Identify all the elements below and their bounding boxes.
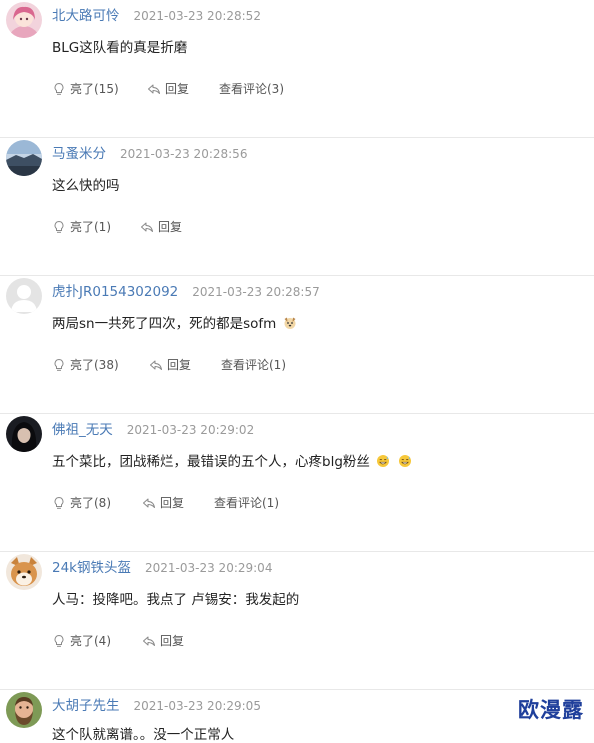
lightbulb-icon: [54, 82, 64, 95]
reply-label: 回复: [160, 496, 185, 510]
reply-button[interactable]: 回复: [147, 80, 219, 97]
comment-item: 佛祖_无天 2021-03-23 20:29:02 五个菜比，团战稀烂，最错误的…: [0, 414, 594, 552]
reply-icon: [150, 360, 162, 370]
comment-body: BLG这队看的真是折磨: [52, 40, 188, 56]
reply-button[interactable]: 回复: [142, 632, 214, 649]
like-count: 亮了(38): [70, 358, 119, 372]
comment-body: 五个菜比，团战稀烂，最错误的五个人，心疼blg粉丝: [52, 454, 370, 470]
comment-meta: 大胡子先生 2021-03-23 20:29:05: [52, 694, 261, 714]
like-button[interactable]: 亮了(8): [52, 494, 142, 511]
timestamp: 2021-03-23 20:28:52: [133, 9, 261, 23]
view-comments-label: 查看评论(1): [214, 496, 279, 510]
avatar[interactable]: [6, 416, 42, 452]
like-count: 亮了(15): [70, 82, 119, 96]
view-comments-label: 查看评论(3): [219, 82, 284, 96]
reply-label: 回复: [165, 82, 190, 96]
comment-body: 人马：投降吧。我点了 卢锡安：我发起的: [52, 592, 300, 608]
comment-item: 大胡子先生 2021-03-23 20:29:05 这个队就离谱。。没一个正常人: [0, 690, 594, 743]
lightbulb-icon: [54, 220, 64, 233]
dog-emoji-icon: [283, 316, 297, 334]
grin-sweat-emoji-icon: [376, 454, 390, 472]
avatar[interactable]: [6, 554, 42, 590]
comment-meta: 马蚤米分 2021-03-23 20:28:56: [52, 142, 247, 162]
reply-label: 回复: [160, 634, 185, 648]
comment-text: BLG这队看的真是折磨: [52, 36, 187, 56]
like-button[interactable]: 亮了(4): [52, 632, 142, 649]
comment-actions: 亮了(4) 回复: [52, 632, 214, 649]
comment-actions: 亮了(38) 回复 查看评论(1): [52, 356, 286, 373]
comment-actions: 亮了(1) 回复: [52, 218, 212, 235]
like-button[interactable]: 亮了(15): [52, 80, 147, 97]
like-button[interactable]: 亮了(1): [52, 218, 140, 235]
grin-sweat-emoji-icon: [398, 454, 412, 472]
reply-button[interactable]: 回复: [142, 494, 214, 511]
comment-text: 这么快的吗: [52, 174, 120, 194]
lightbulb-icon: [54, 358, 64, 371]
username[interactable]: 虎扑JR0154302092: [52, 280, 178, 300]
view-comments-label: 查看评论(1): [221, 358, 286, 372]
reply-icon: [148, 84, 160, 94]
lightbulb-icon: [54, 634, 64, 647]
reply-icon: [143, 636, 155, 646]
like-button[interactable]: 亮了(38): [52, 356, 149, 373]
comment-meta: 虎扑JR0154302092 2021-03-23 20:28:57: [52, 280, 320, 300]
comment-text: 人马：投降吧。我点了 卢锡安：我发起的: [52, 588, 299, 608]
comment-meta: 24k钢铁头盔 2021-03-23 20:29:04: [52, 556, 272, 576]
avatar[interactable]: [6, 2, 42, 38]
comment-item: 24k钢铁头盔 2021-03-23 20:29:04 人马：投降吧。我点了 卢…: [0, 552, 594, 690]
like-count: 亮了(8): [70, 496, 111, 510]
watermark: 欧漫露: [518, 698, 584, 722]
username[interactable]: 佛祖_无天: [52, 418, 113, 438]
username[interactable]: 24k钢铁头盔: [52, 556, 131, 576]
reply-button[interactable]: 回复: [149, 356, 221, 373]
reply-icon: [143, 498, 155, 508]
comment-body: 两局sn一共死了四次，死的都是sofm: [52, 316, 277, 332]
username[interactable]: 北大路可怜: [52, 4, 120, 24]
avatar[interactable]: [6, 278, 42, 314]
view-comments-link[interactable]: 查看评论(1): [221, 356, 286, 373]
comment-meta: 佛祖_无天 2021-03-23 20:29:02: [52, 418, 254, 438]
reply-label: 回复: [158, 220, 183, 234]
timestamp: 2021-03-23 20:29:05: [133, 699, 261, 713]
username[interactable]: 大胡子先生: [52, 694, 120, 714]
comment-text: 五个菜比，团战稀烂，最错误的五个人，心疼blg粉丝: [52, 450, 412, 472]
like-count: 亮了(1): [70, 220, 111, 234]
comment-actions: 亮了(8) 回复 查看评论(1): [52, 494, 279, 511]
comment-item: 虎扑JR0154302092 2021-03-23 20:28:57 两局sn一…: [0, 276, 594, 414]
comment-item: 马蚤米分 2021-03-23 20:28:56 这么快的吗 亮了(1) 回复: [0, 138, 594, 276]
comment-feed: 北大路可怜 2021-03-23 20:28:52 BLG这队看的真是折磨 亮了…: [0, 0, 594, 743]
view-comments-link[interactable]: 查看评论(3): [219, 80, 284, 97]
comment-body: 这么快的吗: [52, 178, 120, 194]
avatar[interactable]: [6, 140, 42, 176]
reply-icon: [141, 222, 153, 232]
view-comments-link[interactable]: 查看评论(1): [214, 494, 279, 511]
reply-label: 回复: [167, 358, 192, 372]
reply-button[interactable]: 回复: [140, 218, 212, 235]
timestamp: 2021-03-23 20:28:56: [120, 147, 248, 161]
timestamp: 2021-03-23 20:29:04: [145, 561, 273, 575]
comment-meta: 北大路可怜 2021-03-23 20:28:52: [52, 4, 261, 24]
comment-body: 这个队就离谱。。没一个正常人: [52, 727, 235, 743]
comment-actions: 亮了(15) 回复 查看评论(3): [52, 80, 284, 97]
timestamp: 2021-03-23 20:28:57: [192, 285, 320, 299]
comment-item: 北大路可怜 2021-03-23 20:28:52 BLG这队看的真是折磨 亮了…: [0, 0, 594, 138]
timestamp: 2021-03-23 20:29:02: [126, 423, 255, 437]
lightbulb-icon: [54, 496, 64, 509]
username[interactable]: 马蚤米分: [52, 142, 106, 162]
like-count: 亮了(4): [70, 634, 111, 648]
avatar[interactable]: [6, 692, 42, 728]
comment-text: 这个队就离谱。。没一个正常人: [52, 723, 234, 743]
comment-text: 两局sn一共死了四次，死的都是sofm: [52, 312, 297, 334]
